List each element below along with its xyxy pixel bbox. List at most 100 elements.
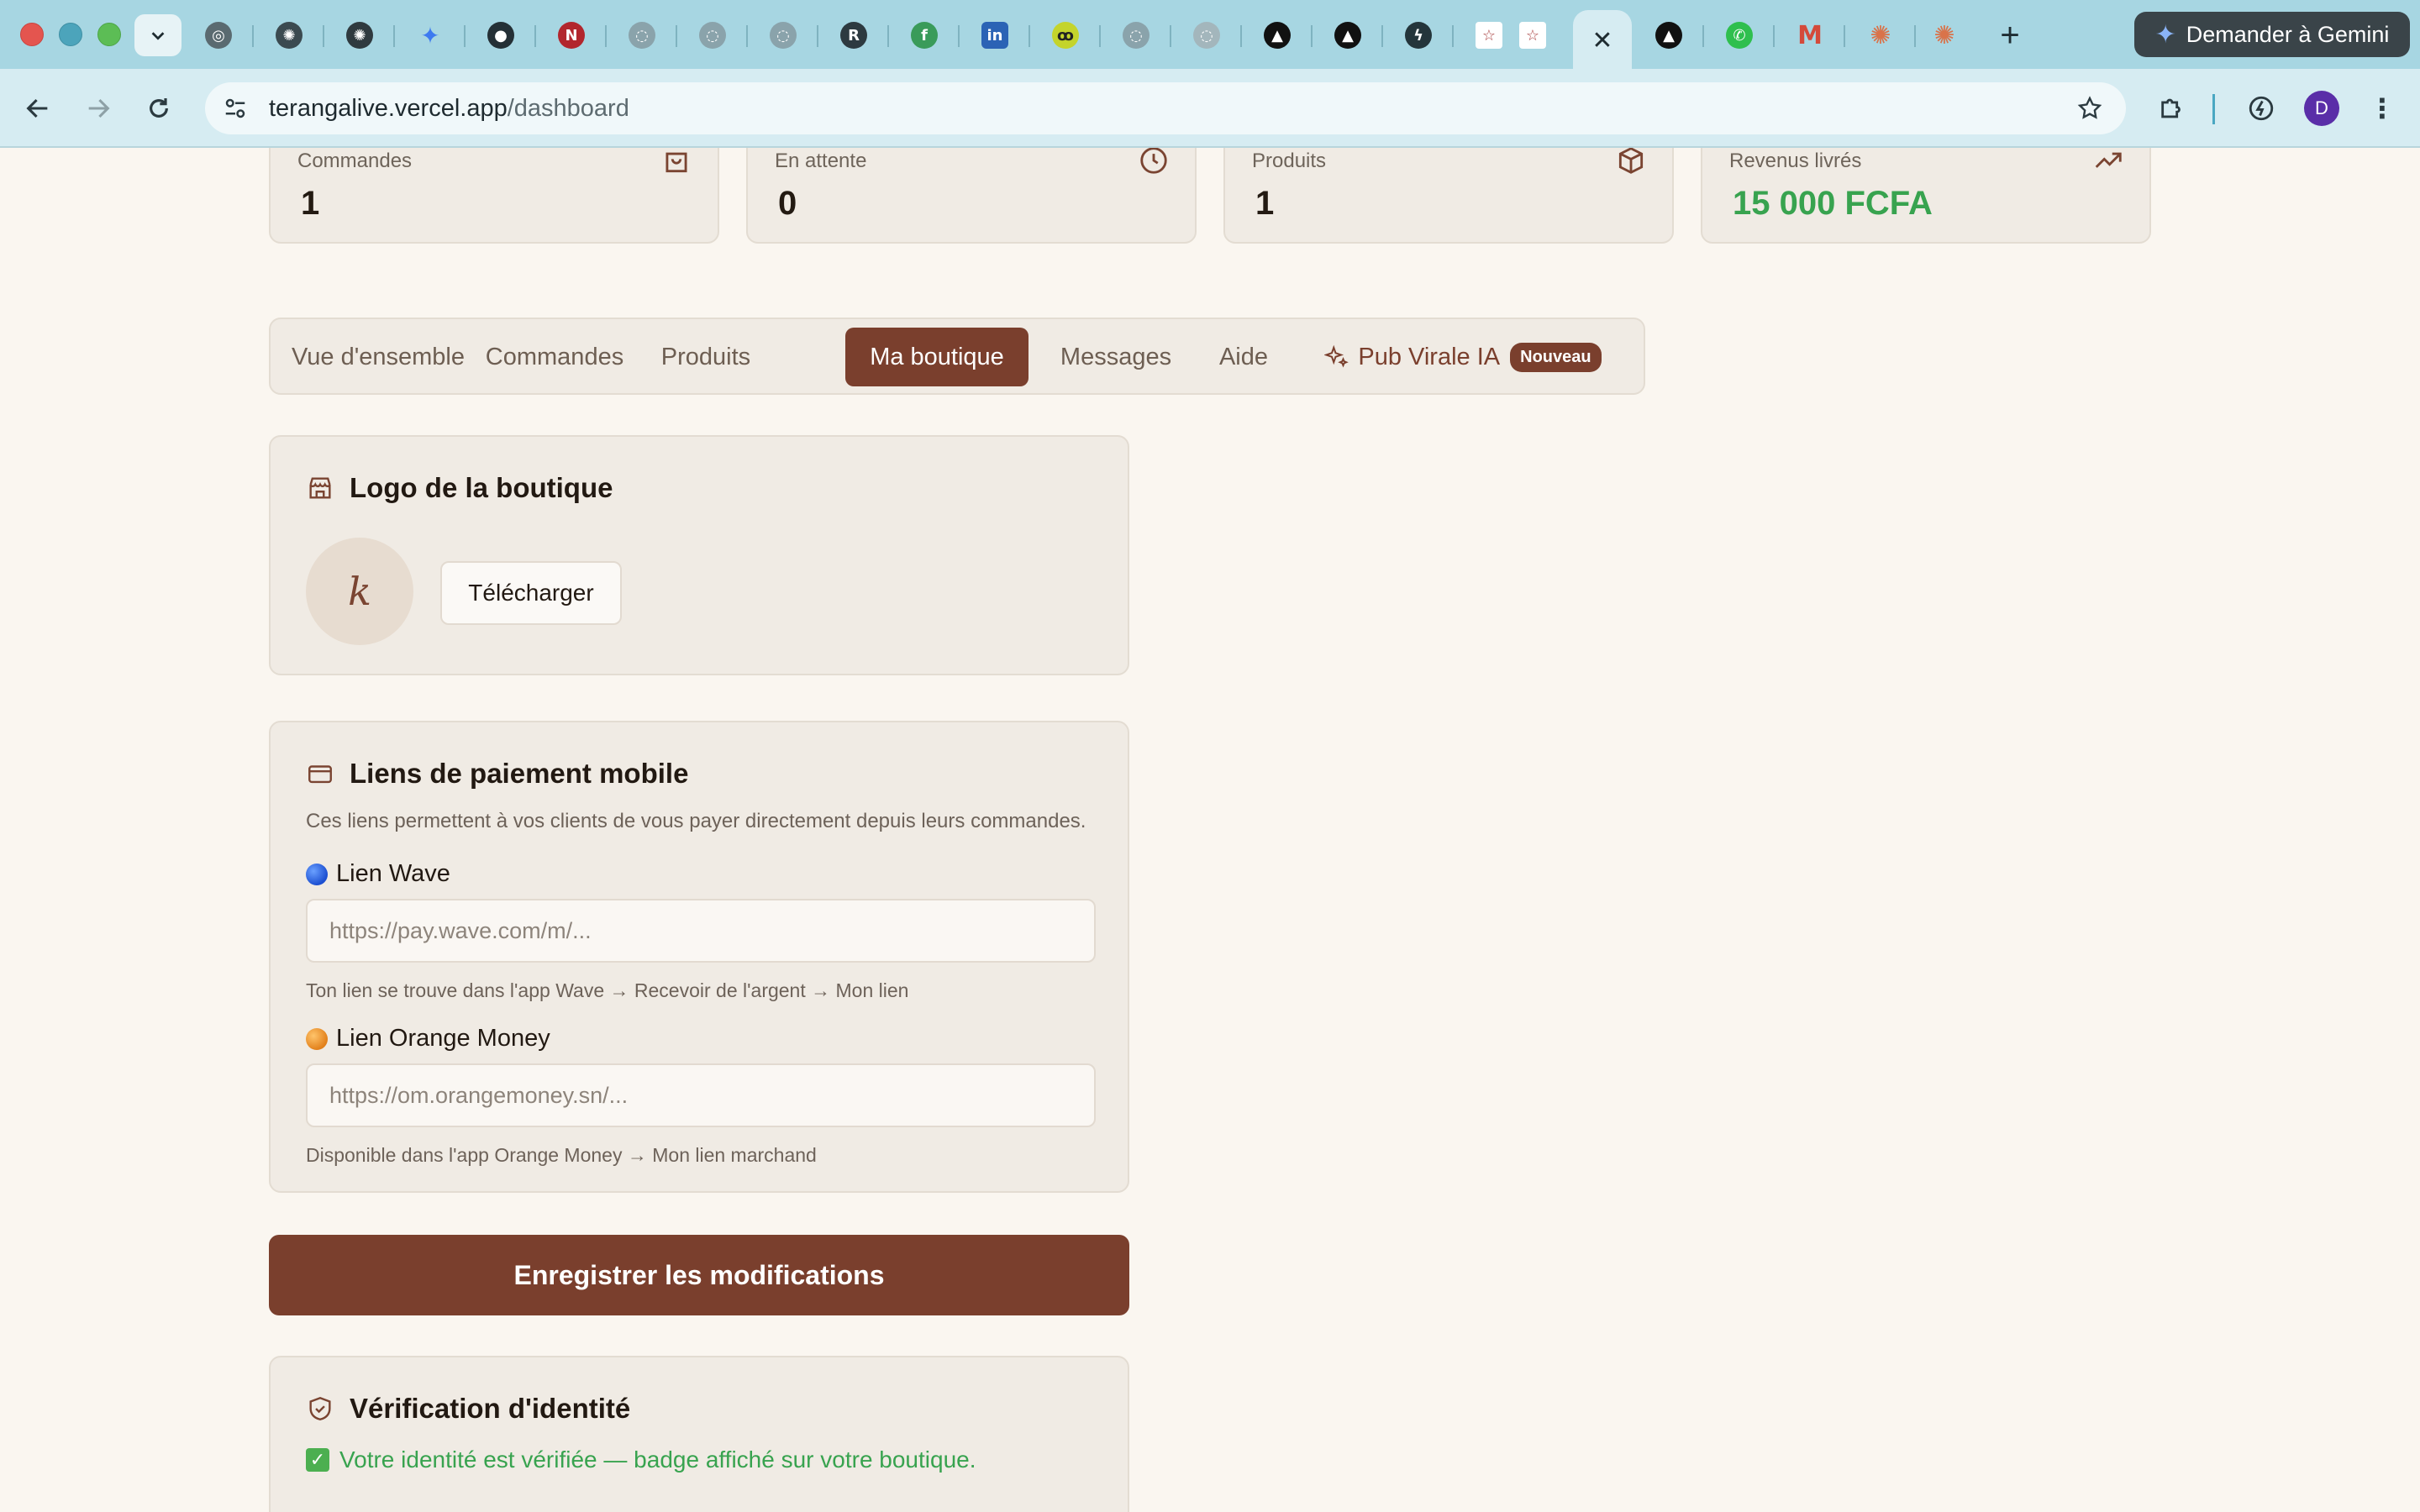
loading-icon: ◌ xyxy=(699,22,726,49)
ask-gemini-button[interactable]: ✦ Demander à Gemini xyxy=(2134,12,2410,57)
active-tab-close-button[interactable]: ✕ xyxy=(1573,10,1632,71)
browser-tab[interactable]: ◌ xyxy=(1181,12,1242,59)
browser-tab[interactable]: ϟ xyxy=(1393,12,1454,59)
tab-messages[interactable]: Messages xyxy=(1054,328,1178,386)
browser-tab[interactable]: ◌ xyxy=(1111,12,1171,59)
bookmark-star-icon[interactable] xyxy=(2074,92,2106,124)
loading-icon: ◌ xyxy=(629,22,655,49)
wave-field-label: Lien Wave xyxy=(306,860,450,888)
performance-button[interactable] xyxy=(2242,89,2281,128)
browser-tab[interactable]: ◎ xyxy=(193,12,254,59)
claude-icon: ✺ xyxy=(1933,20,1955,50)
browser-tab[interactable]: ✺ xyxy=(1919,12,1970,59)
browser-tab[interactable]: ☆ xyxy=(1464,12,1524,59)
browser-tab[interactable]: ꝏ xyxy=(1040,12,1101,59)
profile-avatar[interactable]: D xyxy=(2304,91,2339,126)
tab-help[interactable]: Aide xyxy=(1203,328,1284,386)
browser-tab[interactable]: f xyxy=(899,12,960,59)
whatsapp-icon: ✆ xyxy=(1726,22,1753,49)
field-label-text: Lien Orange Money xyxy=(336,1025,550,1052)
stat-value: 15 000 FCFA xyxy=(1733,185,1933,222)
shop-logo-card: Logo de la boutique k Télécharger xyxy=(269,435,1129,675)
new-tab-button[interactable]: + xyxy=(1990,15,2030,55)
card-title-text: Liens de paiement mobile xyxy=(350,758,689,789)
tab-overview[interactable]: Vue d'ensemble xyxy=(291,328,466,386)
speed-icon xyxy=(2249,96,2274,121)
card-description: Ces liens permettent à vos clients de vo… xyxy=(306,810,1086,832)
reload-button[interactable] xyxy=(139,89,178,128)
back-button[interactable] xyxy=(18,89,57,128)
orange-money-field-label: Lien Orange Money xyxy=(306,1025,550,1053)
tab-search-button[interactable] xyxy=(134,14,182,56)
browser-tab[interactable]: ✦ xyxy=(405,12,466,59)
wave-field-hint: Ton lien se trouve dans l'app Wave → Rec… xyxy=(306,979,909,1001)
maximize-window-button[interactable] xyxy=(97,23,121,46)
browser-tab[interactable]: ✺ xyxy=(1855,12,1916,59)
close-window-button[interactable] xyxy=(20,23,44,46)
browser-tab[interactable]: ✺ xyxy=(264,12,324,59)
tab-label: Vue d'ensemble xyxy=(292,343,465,370)
profile-initial: D xyxy=(2315,97,2328,118)
toolbar-divider xyxy=(2212,94,2215,124)
save-label: Enregistrer les modifications xyxy=(513,1259,885,1290)
globe-icon: ◌ xyxy=(1123,22,1150,49)
tab-orders[interactable]: Commandes xyxy=(481,328,629,386)
browser-tab[interactable]: R xyxy=(829,12,889,59)
minimize-window-button[interactable] xyxy=(59,23,82,46)
shield-check-icon xyxy=(309,1396,331,1420)
more-vertical-icon: ⋮ xyxy=(2369,93,2396,123)
tab-my-shop[interactable]: Ma boutique xyxy=(845,328,1028,386)
chrome-icon: ◎ xyxy=(205,22,232,49)
browser-tab[interactable]: ☆ xyxy=(1507,12,1558,59)
tab-label: Aide xyxy=(1218,343,1269,370)
identity-verification-card: Vérification d'identité ✓ Votre identité… xyxy=(269,1356,1129,1512)
openai-icon: ✺ xyxy=(276,22,302,49)
vercel-icon: ▲ xyxy=(1334,22,1361,49)
browser-tab[interactable]: ▲ xyxy=(1644,12,1704,59)
dashboard-tabs: Vue d'ensemble Commandes Produits Ma bou… xyxy=(269,318,1645,395)
stat-value: 0 xyxy=(778,185,797,222)
browser-tab[interactable]: M xyxy=(1785,12,1845,59)
claude-icon: ✺ xyxy=(1870,20,1891,50)
browser-tab[interactable]: ◌ xyxy=(758,12,818,59)
site-info-icon[interactable] xyxy=(218,92,252,125)
ask-gemini-label: Demander à Gemini xyxy=(2186,21,2390,47)
card-title: Logo de la boutique xyxy=(306,472,613,504)
browser-tab[interactable]: in xyxy=(970,12,1030,59)
dashboard-page: Commandes 1 En attente 0 Produits 1 Reve… xyxy=(0,148,2420,1512)
browser-tab[interactable]: ✺ xyxy=(334,12,395,59)
stat-label: En attente xyxy=(775,150,867,172)
orange-money-link-input[interactable] xyxy=(306,1063,1096,1127)
upload-label: Télécharger xyxy=(468,580,594,606)
browser-tab[interactable]: ▲ xyxy=(1252,12,1313,59)
stat-card-revenue: Revenus livrés 15 000 FCFA xyxy=(1701,148,2151,244)
tab-viral-ad-ai[interactable]: Pub Virale IA Nouveau xyxy=(1307,328,1618,386)
tab-products[interactable]: Produits xyxy=(649,328,763,386)
browser-tab[interactable]: ● xyxy=(476,12,536,59)
wave-link-input[interactable] xyxy=(306,899,1096,963)
extensions-button[interactable] xyxy=(2153,89,2191,128)
shop-logo-avatar: k xyxy=(306,538,413,645)
save-changes-button[interactable]: Enregistrer les modifications xyxy=(269,1235,1129,1315)
close-icon: ✕ xyxy=(1591,26,1613,55)
browser-tab[interactable]: ▲ xyxy=(1323,12,1383,59)
browser-tab[interactable]: ✆ xyxy=(1714,12,1775,59)
browser-tab[interactable]: ◌ xyxy=(617,12,677,59)
browser-menu-button[interactable]: ⋮ xyxy=(2363,89,2402,128)
verification-status: ✓ Votre identité est vérifiée — badge af… xyxy=(306,1446,976,1473)
url-path: /dashboard xyxy=(507,94,629,122)
blue-circle-icon xyxy=(306,863,328,885)
stat-value: 1 xyxy=(301,185,320,222)
browser-tab[interactable]: N xyxy=(546,12,607,59)
arrow-right-icon xyxy=(88,98,110,118)
forward-button[interactable] xyxy=(79,89,118,128)
browser-tab-bar: ◎ ✺ ✺ ✦ ● N ◌ ◌ ◌ R f in ꝏ ◌ ◌ ▲ ▲ ϟ ☆ ☆… xyxy=(0,0,2420,71)
upload-logo-button[interactable]: Télécharger xyxy=(440,561,622,625)
browser-tab[interactable]: ◌ xyxy=(687,12,748,59)
stat-card-pending: En attente 0 xyxy=(746,148,1197,244)
app-icon: ꝏ xyxy=(1052,22,1079,49)
gemini-icon: ✦ xyxy=(420,21,440,50)
address-bar[interactable]: terangalive.vercel.app/dashboard xyxy=(205,82,2126,134)
verification-status-text: Votre identité est vérifiée — badge affi… xyxy=(339,1446,976,1473)
credit-card-icon xyxy=(308,765,332,784)
